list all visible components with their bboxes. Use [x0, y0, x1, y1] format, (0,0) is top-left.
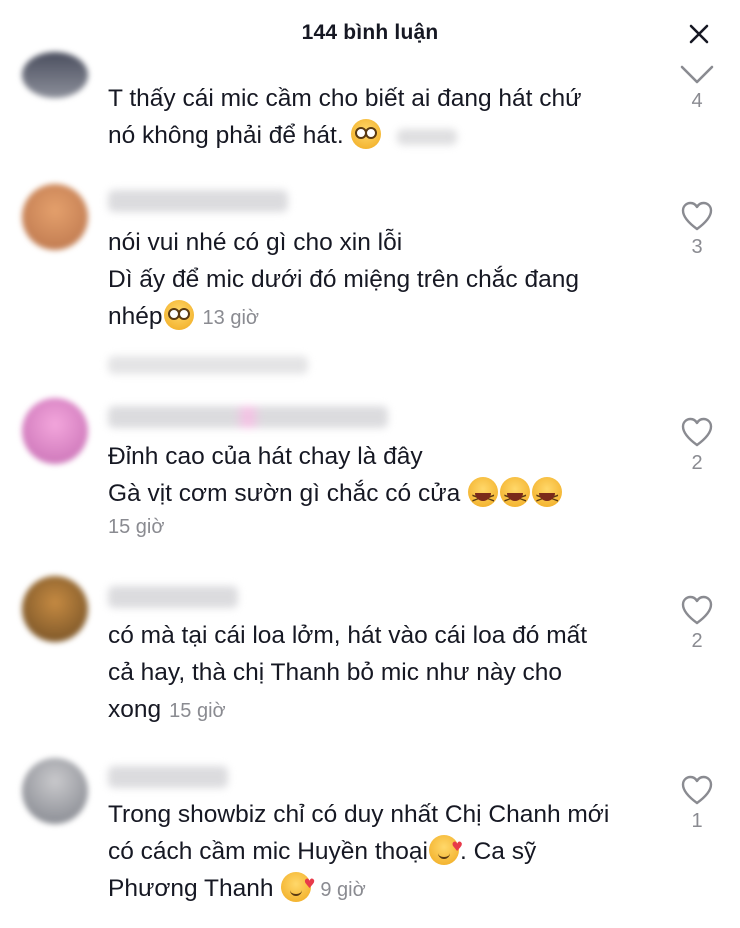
view-replies-link[interactable]: [108, 356, 308, 374]
laughing-emoji-icon: [468, 477, 499, 517]
comment-line: Dì ấy để mic dưới đó miệng trên chắc đan…: [108, 266, 579, 293]
laughing-emoji-icon: [500, 477, 531, 517]
comment-like-button[interactable]: 3: [676, 200, 718, 259]
avatar[interactable]: [22, 576, 88, 642]
comment-line: có cách cầm mic Huyền thoại: [108, 838, 428, 865]
smiling-hearts-emoji-icon: [429, 829, 463, 866]
avatar[interactable]: [22, 52, 88, 98]
like-count: 2: [691, 630, 703, 652]
comment-line-with-emoji: nó không phải để hát.: [108, 117, 648, 154]
comment-like-button[interactable]: 4: [676, 64, 718, 113]
comment-line: nó không phải để hát.: [108, 122, 344, 149]
comment-like-button[interactable]: 2: [676, 594, 718, 653]
comment-line-with-emoji: có cách cầm mic Huyền thoại . Ca sỹ: [108, 829, 648, 870]
close-icon: [689, 24, 709, 44]
heart-outline-icon: [681, 417, 713, 447]
username[interactable]: [108, 766, 228, 788]
comment-line: . Ca sỹ: [460, 838, 537, 865]
comment-line: cả hay, thà chị Thanh bỏ mic như này cho: [108, 659, 563, 686]
avatar[interactable]: [22, 398, 88, 464]
comment-like-button[interactable]: 2: [676, 416, 718, 475]
timestamp: 15 giờ: [108, 516, 165, 538]
username[interactable]: [108, 586, 238, 608]
comment-line-with-emoji: Gà vịt cơm sườn gì chắc có cửa: [108, 475, 648, 517]
comments-count-title: 144 bình luận: [301, 21, 439, 44]
comment-line: có mà tại cái loa lởm, hát vào cái loa đ…: [108, 622, 588, 649]
flushed-emoji-icon: [351, 119, 382, 149]
username[interactable]: [108, 190, 288, 212]
heart-outline-icon: [681, 595, 713, 625]
comment-text: nói vui nhé có gì cho xin lỗi Dì ấy để m…: [108, 224, 648, 337]
comment-text: Đỉnh cao của hát chay là đây Gà vịt cơm …: [108, 438, 648, 542]
username[interactable]: [108, 406, 388, 428]
chevron-down-icon: [680, 65, 714, 84]
timestamp: 15 giờ: [169, 700, 226, 722]
close-button[interactable]: [682, 17, 716, 51]
avatar[interactable]: [22, 184, 88, 250]
comment-line-with-emoji: Phương Thanh 9 giờ: [108, 866, 648, 909]
comment-line: Trong showbiz chỉ có duy nhất Chị Chanh …: [108, 801, 610, 828]
comment-text: Trong showbiz chỉ có duy nhất Chị Chanh …: [108, 796, 648, 909]
comment-line: Đỉnh cao của hát chay là đây: [108, 443, 423, 470]
comment-line: Gà vịt cơm sườn gì chắc có cửa: [108, 480, 461, 507]
comment-line: Phương Thanh: [108, 875, 274, 902]
like-count: 3: [691, 236, 703, 258]
comments-header: 144 bình luận: [0, 0, 740, 66]
comment-line: nhép: [108, 303, 163, 330]
blurred-timestamp: [397, 128, 458, 145]
comment-text: T thấy cái mic cầm cho biết ai đang hát …: [108, 80, 648, 154]
smiling-hearts-emoji-icon: [281, 866, 315, 903]
like-count: 1: [691, 810, 703, 832]
comment-line-with-emoji: nhép 13 giờ: [108, 298, 648, 337]
comment-text: có mà tại cái loa lởm, hát vào cái loa đ…: [108, 617, 648, 730]
timestamp: 13 giờ: [202, 307, 259, 329]
heart-outline-icon: [681, 775, 713, 805]
like-count: 2: [691, 452, 703, 474]
comment-line: xong: [108, 696, 162, 723]
avatar[interactable]: [22, 758, 88, 824]
flushed-emoji-icon: [163, 300, 194, 330]
comment-like-button[interactable]: 1: [676, 774, 718, 833]
like-count: 4: [691, 90, 703, 112]
heart-outline-icon: [681, 201, 713, 231]
comment-line-with-time: xong 15 giờ: [108, 691, 648, 730]
timestamp: 9 giờ: [320, 879, 366, 901]
laughing-emoji-icon: [532, 477, 563, 517]
comment-line: T thấy cái mic cầm cho biết ai đang hát …: [108, 85, 582, 112]
comment-line: nói vui nhé có gì cho xin lỗi: [108, 229, 403, 256]
